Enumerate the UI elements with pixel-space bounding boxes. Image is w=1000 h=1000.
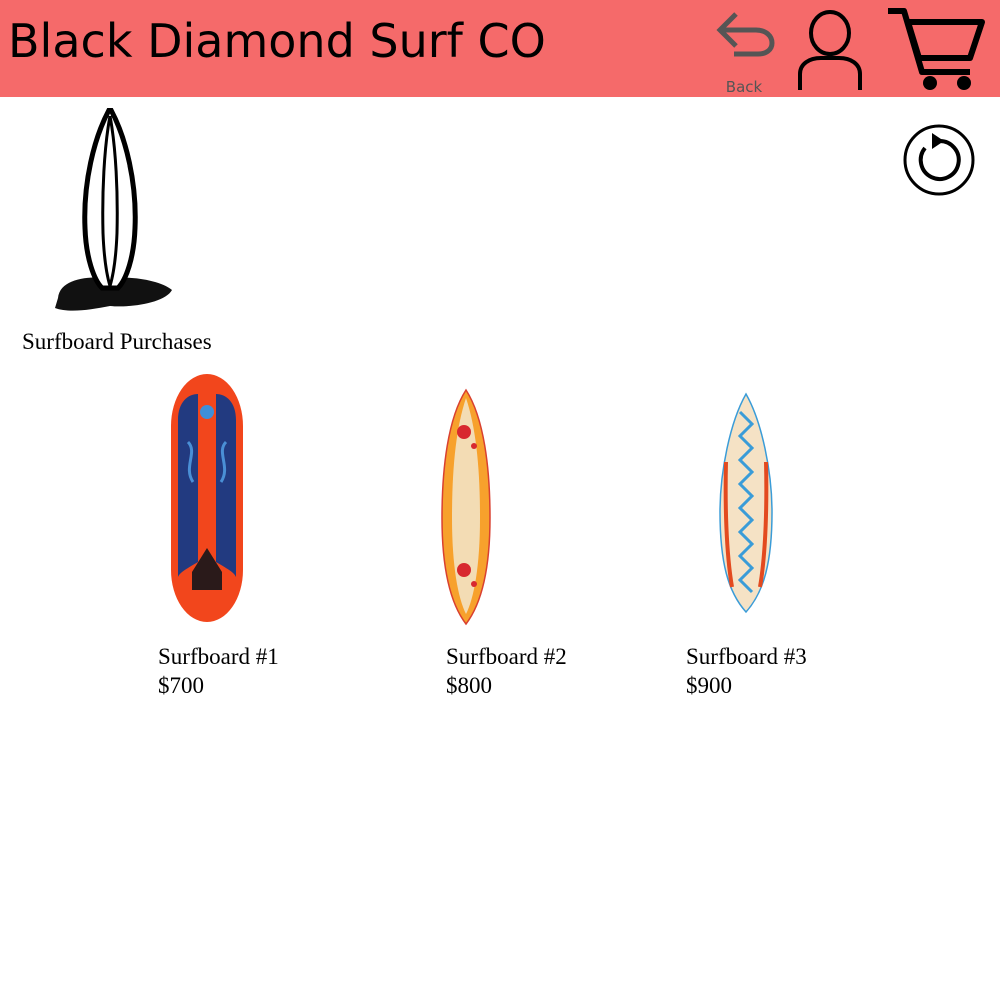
product-price-1: $700 <box>158 673 204 698</box>
refresh-icon <box>903 124 975 196</box>
surfboard-3-image[interactable] <box>716 392 776 614</box>
surfboard-logo-icon <box>55 107 172 311</box>
cart-button[interactable] <box>886 6 986 94</box>
product-name-1: Surfboard #1 <box>158 644 279 669</box>
product-name-3: Surfboard #3 <box>686 644 807 669</box>
shopping-cart-icon <box>888 8 985 90</box>
back-label: Back <box>725 78 763 96</box>
back-arrow-icon <box>716 12 775 57</box>
product-card-1: Surfboard #1 $700 <box>158 372 368 712</box>
back-button[interactable]: Back <box>712 8 778 96</box>
brand-title: Black Diamond Surf CO <box>8 14 546 68</box>
surfboard-logo <box>50 107 175 318</box>
surfboard-2-image[interactable] <box>436 388 496 628</box>
refresh-button[interactable] <box>901 122 977 198</box>
product-card-3: Surfboard #3 $900 <box>686 372 896 712</box>
product-name-2: Surfboard #2 <box>446 644 567 669</box>
product-price-2: $800 <box>446 673 492 698</box>
account-button[interactable] <box>795 8 865 92</box>
product-card-2: Surfboard #2 $800 <box>441 372 656 712</box>
user-icon <box>798 10 862 90</box>
product-price-3: $900 <box>686 673 732 698</box>
section-title: Surfboard Purchases <box>22 329 212 354</box>
surfboard-1-image[interactable] <box>168 372 248 624</box>
header-bar: Black Diamond Surf CO Back <box>0 0 1000 97</box>
